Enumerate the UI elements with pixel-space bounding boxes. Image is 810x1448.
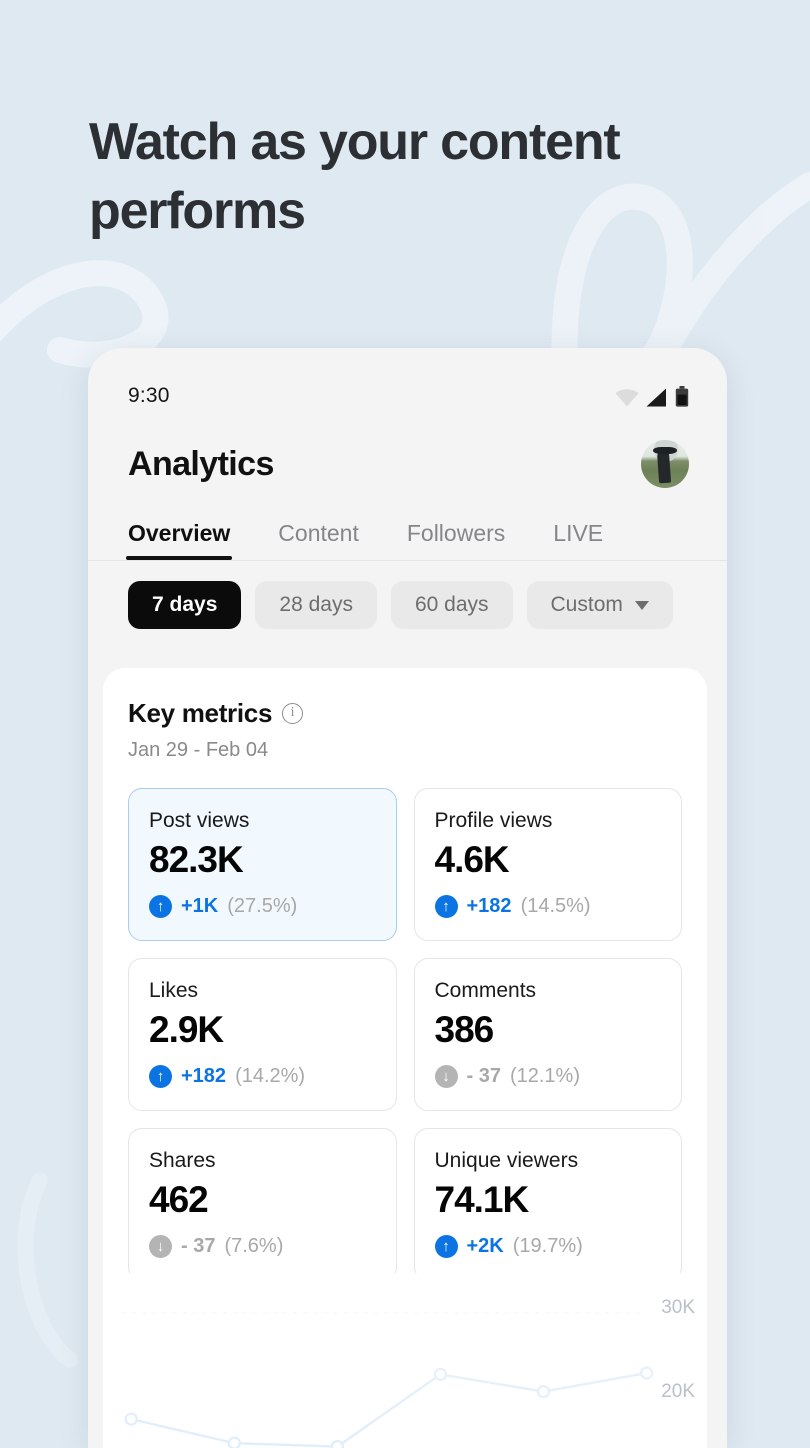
metric-delta-percent: (12.1%)	[509, 1065, 580, 1087]
battery-icon	[675, 386, 689, 407]
key-metrics-date-range: Jan 29 - Feb 04	[128, 739, 269, 761]
tab-live-label: LIVE	[553, 520, 604, 546]
chip-7-days[interactable]: 7 days	[128, 581, 242, 629]
tab-followers-label: Followers	[406, 520, 506, 546]
metric-delta: ↓ - 37 (12.1%)	[434, 1065, 662, 1088]
metric-delta: ↑ +1K (27.5%)	[149, 895, 376, 918]
arrow-up-icon: ↑	[434, 1235, 458, 1258]
metric-delta-value: - 37	[466, 1065, 501, 1087]
app-title: Analytics	[128, 444, 274, 483]
status-icons	[615, 385, 689, 407]
metric-delta-percent: (7.6%)	[224, 1235, 284, 1257]
chip-custom[interactable]: Custom	[526, 581, 673, 629]
metric-delta-value: +2K	[466, 1235, 504, 1257]
metric-value: 462	[149, 1179, 209, 1220]
chevron-down-icon	[634, 600, 649, 610]
arrow-up-icon: ↑	[434, 895, 458, 918]
info-icon[interactable]: i	[282, 703, 304, 724]
metric-delta-value: +1K	[181, 895, 219, 917]
arrow-up-icon: ↑	[149, 1065, 172, 1088]
chip-7-days-label: 7 days	[152, 593, 218, 616]
metric-card-shares[interactable]: Shares 462 ↓ - 37 (7.6%)	[128, 1128, 397, 1281]
wifi-icon	[615, 389, 639, 407]
metric-label: Shares	[149, 1149, 216, 1172]
trend-chart-svg	[122, 1311, 654, 1448]
metric-value: 386	[434, 1009, 495, 1050]
chip-60-days-label: 60 days	[414, 593, 489, 616]
metric-value: 74.1K	[434, 1179, 530, 1220]
avatar[interactable]	[641, 440, 689, 488]
chip-60-days[interactable]: 60 days	[390, 581, 513, 629]
app-header: Analytics	[88, 422, 727, 498]
metric-label: Likes	[149, 979, 199, 1002]
trend-chart[interactable]: 30K 20K	[103, 1273, 707, 1448]
metric-label: Comments	[434, 979, 537, 1002]
status-time: 9:30	[128, 384, 170, 407]
metric-delta: ↑ +2K (19.7%)	[434, 1235, 662, 1258]
chip-28-days-label: 28 days	[279, 593, 353, 616]
tab-followers[interactable]: Followers	[407, 520, 505, 560]
metric-card-unique-viewers[interactable]: Unique viewers 74.1K ↑ +2K (19.7%)	[413, 1128, 682, 1281]
metric-delta-percent: (14.5%)	[520, 895, 591, 917]
tab-live[interactable]: LIVE	[553, 520, 603, 560]
metric-card-comments[interactable]: Comments 386 ↓ - 37 (12.1%)	[413, 958, 682, 1111]
metric-value: 82.3K	[149, 839, 244, 880]
arrow-up-icon: ↑	[149, 895, 172, 918]
metric-delta-value: +182	[466, 895, 512, 917]
arrow-down-icon: ↓	[149, 1235, 172, 1258]
metric-value: 2.9K	[149, 1009, 224, 1050]
key-metrics-header: Key metrics i	[128, 698, 682, 729]
avatar-hat	[653, 446, 677, 454]
metric-value: 4.6K	[434, 839, 510, 880]
tab-content-label: Content	[278, 520, 359, 546]
chip-28-days[interactable]: 28 days	[255, 581, 377, 629]
metric-delta-value: - 37	[181, 1235, 216, 1257]
avatar-figure	[657, 450, 672, 483]
metric-grid: Post views 82.3K ↑ +1K (27.5%) Profile v…	[128, 788, 682, 1281]
metric-label: Unique viewers	[434, 1149, 579, 1172]
date-filter-chips: 7 days 28 days 60 days Custom	[88, 561, 727, 651]
chart-ytick-30k: 30K	[661, 1297, 695, 1318]
status-bar: 9:30	[88, 348, 727, 422]
metric-card-profile-views[interactable]: Profile views 4.6K ↑ +182 (14.5%)	[413, 788, 682, 941]
metric-delta-value: +182	[181, 1065, 227, 1087]
metric-card-likes[interactable]: Likes 2.9K ↑ +182 (14.2%)	[128, 958, 397, 1111]
key-metrics-title: Key metrics	[128, 698, 273, 728]
tab-bar: Overview Content Followers LIVE	[88, 498, 727, 560]
metric-label: Profile views	[434, 809, 553, 832]
chip-custom-label: Custom	[550, 593, 623, 616]
metric-label: Post views	[149, 809, 250, 832]
metric-delta: ↑ +182 (14.2%)	[149, 1065, 376, 1088]
tab-overview-label: Overview	[128, 520, 231, 546]
metric-delta: ↑ +182 (14.5%)	[434, 895, 662, 918]
metric-card-post-views[interactable]: Post views 82.3K ↑ +1K (27.5%)	[128, 788, 397, 941]
key-metrics-sheet: Key metrics i Jan 29 - Feb 04 Post views…	[103, 668, 707, 1448]
tab-content[interactable]: Content	[278, 520, 359, 560]
phone-mockup: 9:30 Analytics Overview Content Follower…	[88, 348, 727, 1448]
metric-delta-percent: (14.2%)	[235, 1065, 306, 1087]
tab-overview[interactable]: Overview	[125, 520, 233, 560]
metric-delta: ↓ - 37 (7.6%)	[149, 1235, 376, 1258]
chart-ytick-20k: 20K	[661, 1381, 695, 1402]
metric-delta-percent: (19.7%)	[512, 1235, 583, 1257]
arrow-down-icon: ↓	[434, 1065, 458, 1088]
metric-delta-percent: (27.5%)	[227, 895, 298, 917]
page-title: Watch as your content performs	[89, 113, 621, 240]
cellular-signal-icon	[646, 388, 666, 407]
